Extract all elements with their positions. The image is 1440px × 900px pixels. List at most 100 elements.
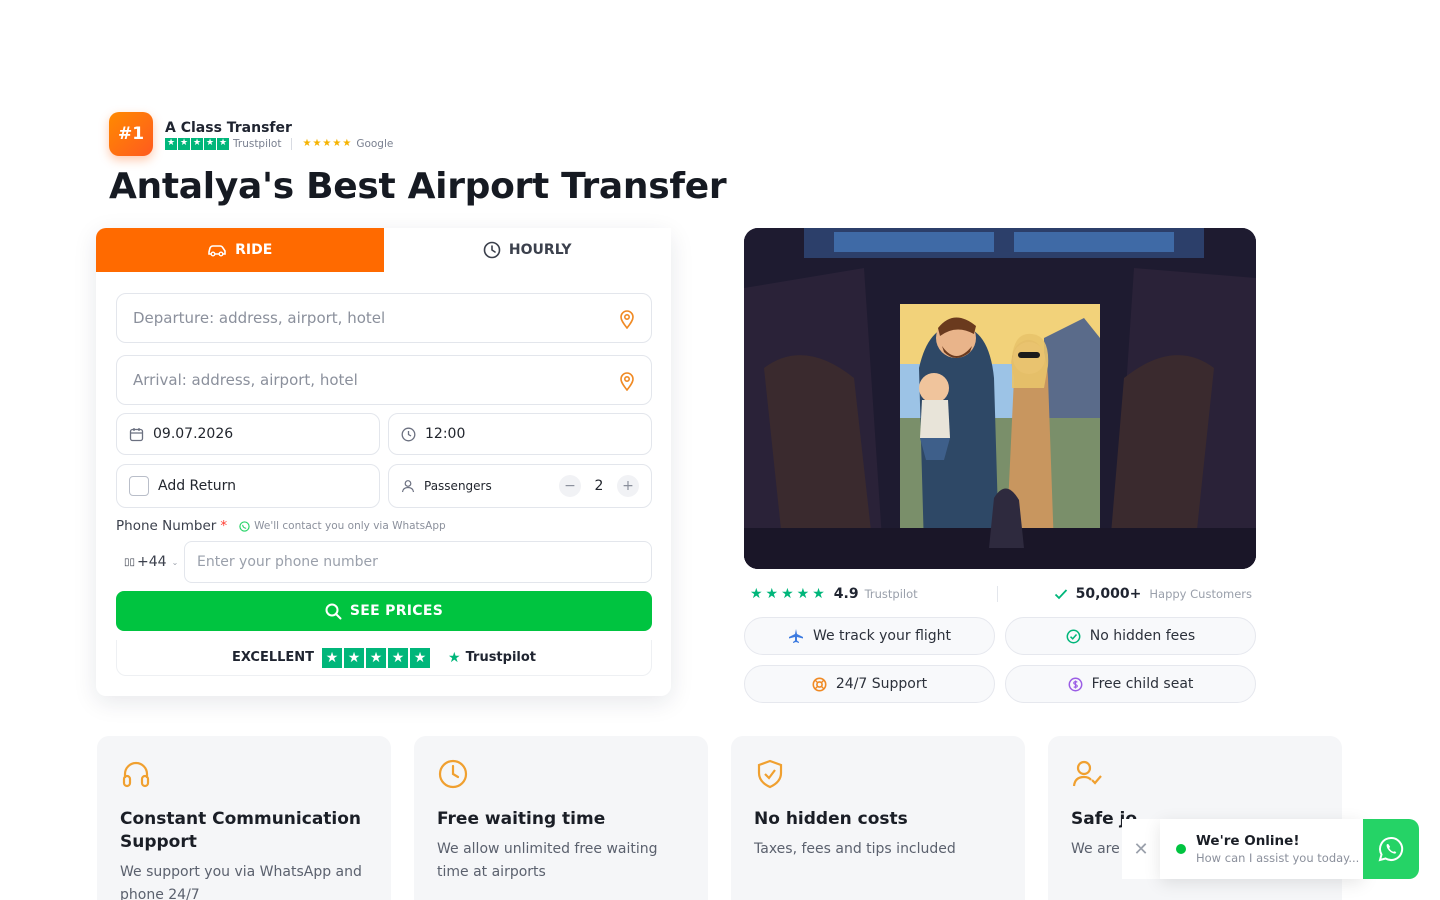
brand-header: #1 A Class Transfer ★ ★ ★ ★ ★ Trustpilot ★★★…: [109, 112, 393, 156]
customers-stat: 50,000+ Happy Customers: [998, 586, 1256, 602]
tab-ride-label: RIDE: [235, 242, 273, 258]
trustpilot-stars: ★ ★ ★ ★ ★: [165, 137, 229, 150]
required-marker: *: [220, 518, 228, 534]
benefit-pill-fees: No hidden fees: [1005, 617, 1256, 655]
stats-row: ★★★★★ 4.9 Trustpilot 50,000+ Happy Custo…: [744, 581, 1256, 607]
arrival-input[interactable]: Arrival: address, airport, hotel: [116, 355, 652, 405]
rating-value: 4.9: [833, 586, 859, 602]
flag-icon: ▯▯: [124, 556, 136, 568]
benefit-label: We track your flight: [812, 628, 952, 644]
car-icon: [208, 245, 226, 257]
customers-value: 50,000+: [1075, 586, 1142, 602]
benefit-label: 24/7 Support: [835, 676, 928, 692]
see-prices-label: SEE PRICES: [349, 603, 444, 619]
page-title: Antalya's Best Airport Transfer: [109, 166, 727, 207]
user-check-icon: [1072, 760, 1102, 787]
phone-placeholder: Enter your phone number: [197, 554, 378, 570]
chat-close-button[interactable]: ✕: [1122, 819, 1160, 879]
tab-ride[interactable]: RIDE: [96, 228, 384, 272]
booking-card: RIDE HOURLY Departure: address, airport,…: [96, 228, 671, 696]
benefit-label: No hidden fees: [1089, 628, 1196, 644]
departure-input[interactable]: Departure: address, airport, hotel: [116, 293, 652, 343]
add-return-toggle[interactable]: Add Return: [116, 464, 380, 508]
feature-card: Free waiting time We allow unlimited fre…: [414, 736, 708, 900]
benefit-label: Free child seat: [1091, 676, 1194, 692]
rating-stat: ★★★★★ 4.9 Trustpilot: [744, 586, 998, 602]
arrival-placeholder: Arrival: address, airport, hotel: [133, 371, 358, 389]
clock-icon: [438, 759, 468, 789]
add-return-checkbox[interactable]: [129, 476, 149, 496]
plane-icon: [788, 629, 803, 643]
close-icon: ✕: [1133, 838, 1149, 860]
chevron-down-icon: ⌄: [171, 557, 179, 567]
calendar-icon: [129, 427, 144, 441]
trustpilot-stars: ★ ★ ★ ★ ★: [322, 647, 431, 668]
feature-text: We allow unlimited free waiting time at …: [437, 841, 658, 880]
rating-word: EXCELLENT: [231, 650, 315, 665]
rating-source: Trustpilot: [864, 587, 918, 601]
see-prices-button[interactable]: SEE PRICES: [116, 591, 652, 631]
passengers-count: 2: [594, 478, 604, 494]
passengers-decrement-button[interactable]: −: [559, 475, 581, 497]
feature-text: We support you via WhatsApp and phone 24…: [120, 864, 362, 900]
benefit-pill-flight: We track your flight: [744, 617, 995, 655]
brand-rating: ★ ★ ★ ★ ★ Trustpilot ★★★★★ Google: [165, 137, 394, 150]
whatsapp-icon: [239, 520, 250, 532]
phone-label-row: Phone Number * We'll contact you only vi…: [116, 518, 446, 534]
clock-icon: [483, 241, 501, 259]
check-icon: [1054, 589, 1067, 600]
hero-image: [744, 228, 1256, 569]
time-input[interactable]: 12:00: [388, 413, 652, 455]
rank-badge: #1: [109, 112, 153, 156]
search-icon: [325, 603, 342, 619]
feature-text: Taxes, fees and tips included: [754, 841, 956, 857]
date-value: 09.07.2026: [153, 426, 234, 442]
chat-title: We're Online!: [1196, 833, 1300, 849]
feature-title: Free waiting time: [437, 809, 606, 829]
trustpilot-star-icon: ★: [448, 649, 461, 666]
chat-subtitle: How can I assist you today...: [1196, 851, 1360, 865]
passengers-increment-button[interactable]: +: [617, 475, 639, 497]
tab-hourly-label: HOURLY: [508, 242, 572, 258]
tab-hourly[interactable]: HOURLY: [383, 228, 671, 272]
phone-input[interactable]: Enter your phone number: [184, 541, 652, 583]
chat-bubble[interactable]: We're Online! How can I assist you today…: [1160, 819, 1363, 879]
country-code-select[interactable]: ▯▯ +44 ⌄: [116, 541, 184, 583]
passengers-field: Passengers − 2 +: [388, 464, 652, 508]
online-indicator: [1176, 844, 1186, 854]
feature-title: Constant Communication Support: [120, 809, 362, 852]
chat-widget: ✕ We're Online! How can I assist you tod…: [1122, 819, 1419, 879]
coin-icon: [1068, 677, 1083, 691]
brand-name: A Class Transfer: [165, 119, 292, 136]
add-return-label: Add Return: [158, 478, 237, 494]
google-label: Google: [356, 137, 394, 150]
whatsapp-note-text: We'll contact you only via WhatsApp: [254, 520, 446, 532]
lifebuoy-icon: [812, 677, 827, 691]
whatsapp-icon: [1378, 836, 1404, 862]
map-pin-icon: [620, 310, 634, 329]
benefit-pill-child-seat: Free child seat: [1005, 665, 1256, 703]
rating-stars: ★★★★★: [750, 586, 828, 602]
feature-card: Constant Communication Support We suppor…: [97, 736, 391, 900]
map-pin-icon: [620, 372, 634, 391]
user-icon: [401, 480, 415, 493]
customers-label: Happy Customers: [1149, 587, 1252, 601]
departure-placeholder: Departure: address, airport, hotel: [133, 309, 386, 327]
whatsapp-note: We'll contact you only via WhatsApp: [239, 520, 446, 532]
trustpilot-widget[interactable]: EXCELLENT ★ ★ ★ ★ ★ ★ Trustpilot: [116, 640, 652, 676]
shield-check-icon: [757, 759, 783, 789]
passengers-label: Passengers: [424, 479, 492, 493]
trustpilot-logo: ★ Trustpilot: [448, 650, 536, 666]
benefit-pill-support: 24/7 Support: [744, 665, 995, 703]
country-code: +44: [137, 554, 167, 570]
headphones-icon: [122, 761, 150, 788]
whatsapp-button[interactable]: [1363, 819, 1419, 879]
feature-title: No hidden costs: [754, 809, 908, 829]
date-input[interactable]: 09.07.2026: [116, 413, 380, 455]
clock-icon: [401, 427, 416, 441]
google-stars: ★★★★★: [302, 138, 353, 149]
check-circle-icon: [1066, 629, 1081, 643]
trustpilot-label: Trustpilot: [233, 137, 282, 150]
feature-card: No hidden costs Taxes, fees and tips inc…: [731, 736, 1025, 900]
time-value: 12:00: [425, 426, 466, 442]
